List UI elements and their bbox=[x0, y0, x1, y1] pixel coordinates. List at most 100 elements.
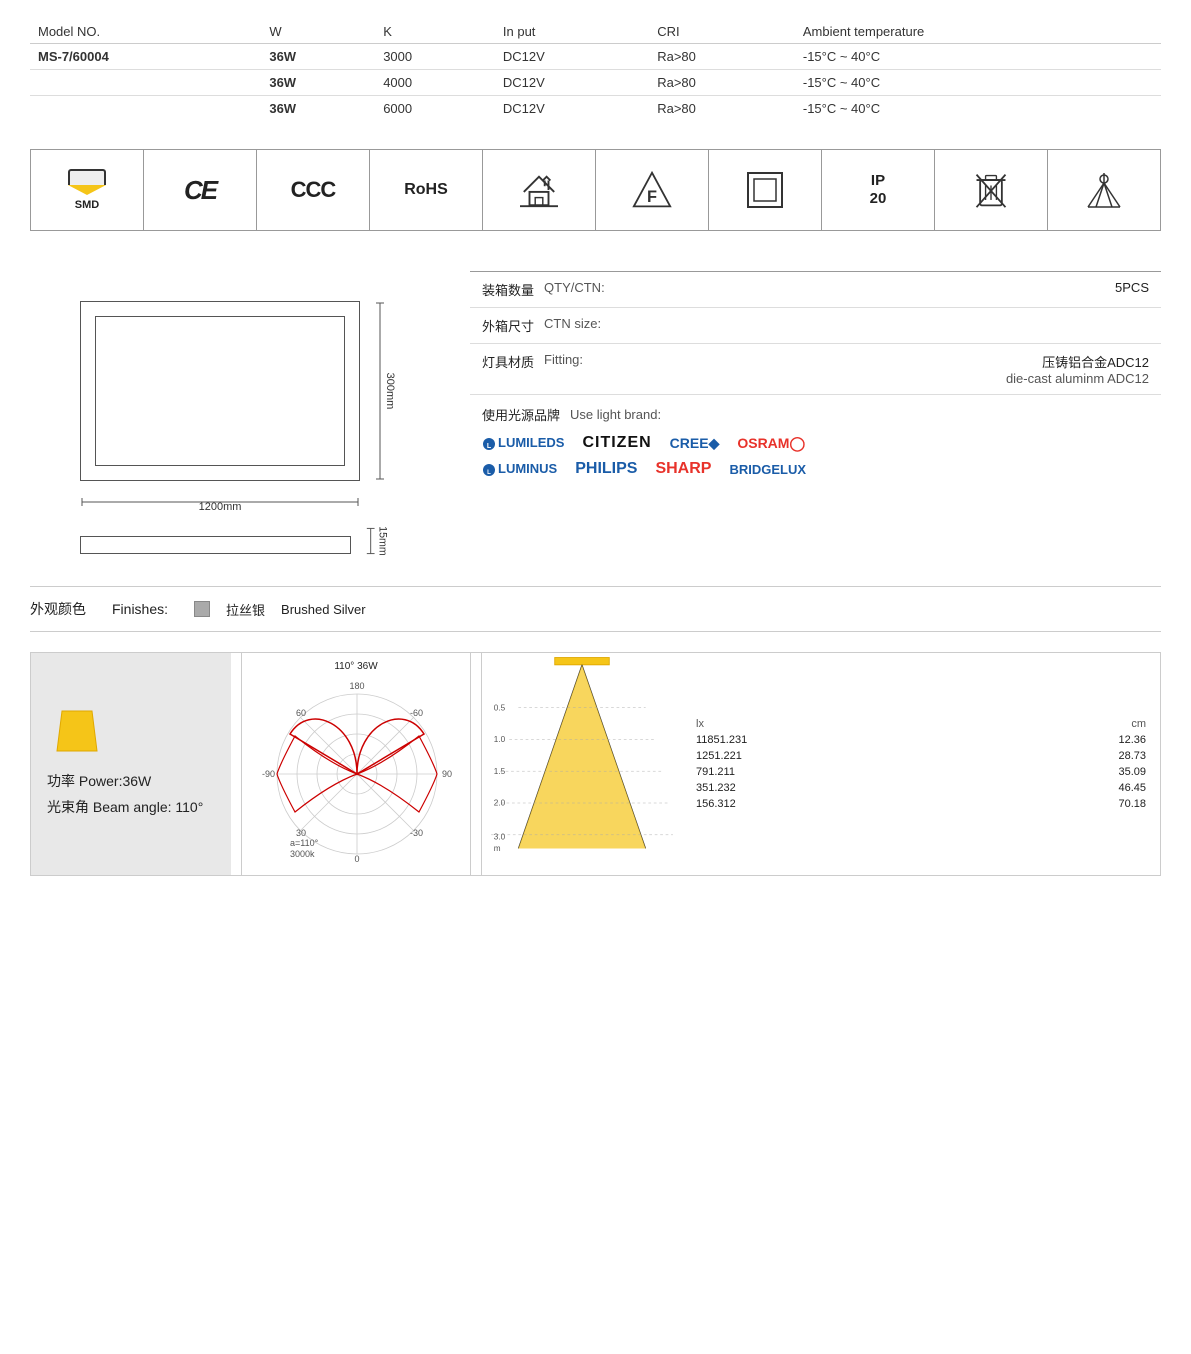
fitting-value-en: die-cast aluminm ADC12 bbox=[482, 371, 1149, 386]
svg-text:3000k: 3000k bbox=[290, 849, 315, 859]
brand-sharp: SHARP bbox=[655, 460, 711, 478]
ip20-icon: IP20 bbox=[870, 172, 887, 208]
finish-color-en: Brushed Silver bbox=[281, 602, 366, 617]
lux-col-lx: lx bbox=[692, 717, 977, 731]
polar-title: 110° 36W bbox=[250, 661, 462, 672]
info-row-qty: 装箱数量 QTY/CTN: 5PCS bbox=[470, 272, 1161, 308]
product-bottom-bar bbox=[80, 536, 351, 554]
ctn-label-cn: 外箱尺寸 bbox=[482, 316, 534, 335]
certifications-row: SMD CE CCC RoHS F bbox=[30, 149, 1161, 231]
polar-chart: 180 90 -90 0 -60 60 -30 30 a=110° 3000k bbox=[250, 674, 464, 864]
lux-col-cm: cm bbox=[979, 717, 1150, 731]
cell-cri: Ra>80 bbox=[649, 96, 795, 122]
svg-text:180: 180 bbox=[349, 681, 364, 691]
info-row-ctn: 外箱尺寸 CTN size: bbox=[470, 308, 1161, 344]
svg-text:15mm: 15mm bbox=[377, 526, 389, 556]
cert-weee bbox=[935, 150, 1048, 230]
ctn-label-en: CTN size: bbox=[544, 316, 601, 331]
finish-color-cn: 拉丝银 bbox=[226, 600, 265, 619]
fitting-label-en: Fitting: bbox=[544, 352, 583, 367]
svg-text:90: 90 bbox=[442, 769, 452, 779]
svg-text:300mm: 300mm bbox=[384, 373, 396, 410]
power-label: 功率 Power:36W bbox=[47, 771, 215, 791]
cell-model bbox=[30, 70, 261, 96]
lux-table-row: 791.211 35.09 bbox=[692, 765, 1150, 779]
luminus-icon: L bbox=[482, 463, 496, 477]
polar-chart-area: 110° 36W 180 90 -90 0 -60 60 -30 30 bbox=[241, 653, 471, 875]
lux-table-row: 11851.231 12.36 bbox=[692, 733, 1150, 747]
svg-text:-60: -60 bbox=[410, 708, 423, 718]
power-info: 功率 Power:36W 光束角 Beam angle: 110° bbox=[31, 653, 231, 875]
finish-label-en: Finishes: bbox=[112, 601, 168, 617]
lux-lx: 351.232 bbox=[692, 781, 977, 795]
cert-ccc: CCC bbox=[257, 150, 370, 230]
finish-section: 外观颜色 Finishes: 拉丝银 Brushed Silver bbox=[30, 586, 1161, 632]
qty-value: 5PCS bbox=[1115, 280, 1149, 295]
cert-smd: SMD bbox=[31, 150, 144, 230]
cell-k: 4000 bbox=[375, 70, 495, 96]
lux-cm: 70.18 bbox=[979, 797, 1150, 811]
svg-text:0: 0 bbox=[354, 854, 359, 864]
class2-icon bbox=[746, 171, 784, 209]
width-dimension: 1200mm bbox=[80, 492, 360, 512]
cell-input: DC12V bbox=[495, 96, 649, 122]
lux-table: lx cm 11851.231 12.36 1251.221 28.73 791… bbox=[690, 715, 1152, 813]
cert-ce: CE bbox=[144, 150, 257, 230]
cell-k: 3000 bbox=[375, 44, 495, 70]
table-row: MS-7/60004 36W 3000 DC12V Ra>80 -15°C ~ … bbox=[30, 44, 1161, 70]
table-row: 36W 6000 DC12V Ra>80 -15°C ~ 40°C bbox=[30, 96, 1161, 122]
cell-temp: -15°C ~ 40°C bbox=[795, 44, 1161, 70]
brands-section: 使用光源品牌 Use light brand: L LUMILEDS CITIZ… bbox=[470, 395, 1161, 496]
rohs-icon: RoHS bbox=[404, 181, 448, 199]
f-class-icon: F bbox=[632, 170, 672, 210]
cell-w: 36W bbox=[261, 44, 375, 70]
col-model: Model NO. bbox=[30, 20, 261, 44]
cert-light-dist bbox=[1048, 150, 1160, 230]
finish-color-swatch bbox=[194, 601, 210, 617]
lux-lx: 11851.231 bbox=[692, 733, 977, 747]
smd-icon bbox=[68, 169, 106, 195]
svg-text:m: m bbox=[494, 844, 501, 853]
svg-text:F: F bbox=[647, 188, 657, 206]
brand-citizen: CITIZEN bbox=[582, 434, 651, 452]
lux-lx: 791.211 bbox=[692, 765, 977, 779]
ccc-icon: CCC bbox=[291, 177, 336, 203]
info-row-fitting: 灯具材质 Fitting: 压铸铝合金ADC12 die-cast alumin… bbox=[470, 344, 1161, 395]
svg-text:L: L bbox=[487, 443, 492, 450]
svg-text:-30: -30 bbox=[410, 828, 423, 838]
cell-temp: -15°C ~ 40°C bbox=[795, 96, 1161, 122]
finish-label-cn: 外观颜色 bbox=[30, 599, 86, 619]
svg-text:60: 60 bbox=[296, 708, 306, 718]
brands-row-2: L LUMINUS PHILIPS SHARP BRIDGELUX bbox=[482, 460, 1149, 478]
cell-cri: Ra>80 bbox=[649, 44, 795, 70]
cert-ip20: IP20 bbox=[822, 150, 935, 230]
lux-lx: 156.312 bbox=[692, 797, 977, 811]
brand-cree: CREE◆ bbox=[670, 435, 720, 452]
svg-text:L: L bbox=[487, 470, 491, 476]
col-w: W bbox=[261, 20, 375, 44]
cone-svg: 0.5 1.0 1.5 2.0 3.0 m bbox=[482, 653, 682, 853]
lumileds-icon: L bbox=[482, 437, 496, 451]
thickness-dimension: 15mm bbox=[361, 526, 400, 556]
beam-label: 光束角 Beam angle: 110° bbox=[47, 797, 215, 817]
cell-input: DC12V bbox=[495, 70, 649, 96]
cell-w: 36W bbox=[261, 96, 375, 122]
bottom-section: 功率 Power:36W 光束角 Beam angle: 110° 110° 3… bbox=[30, 652, 1161, 876]
product-outer-rect bbox=[80, 301, 360, 481]
cert-smd-label: SMD bbox=[75, 199, 99, 211]
col-k: K bbox=[375, 20, 495, 44]
svg-text:30: 30 bbox=[296, 828, 306, 838]
fitting-label-cn: 灯具材质 bbox=[482, 352, 534, 371]
col-cri: CRI bbox=[649, 20, 795, 44]
lux-table-row: 1251.221 28.73 bbox=[692, 749, 1150, 763]
beam-shape-icon bbox=[47, 706, 107, 756]
qty-label-cn: 装箱数量 bbox=[482, 280, 534, 299]
ce-icon: CE bbox=[184, 175, 216, 206]
svg-text:a=110°: a=110° bbox=[290, 838, 319, 848]
specs-table: Model NO. W K In put CRI Ambient tempera… bbox=[30, 20, 1161, 121]
cell-k: 6000 bbox=[375, 96, 495, 122]
lux-cm: 28.73 bbox=[979, 749, 1150, 763]
svg-text:1.0: 1.0 bbox=[494, 735, 506, 744]
brand-label-en: Use light brand: bbox=[570, 407, 661, 422]
svg-text:0.5: 0.5 bbox=[494, 703, 506, 712]
